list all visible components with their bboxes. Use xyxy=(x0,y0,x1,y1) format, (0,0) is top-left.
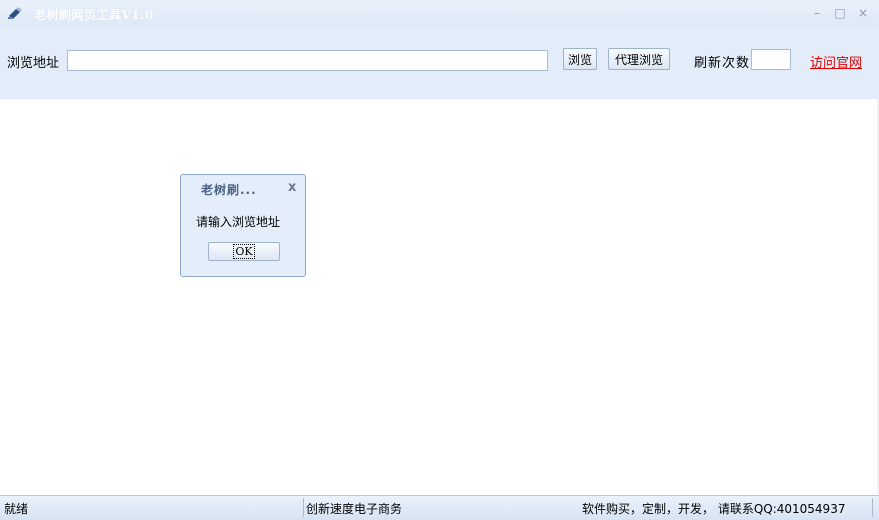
status-contact: 软件购买，定制，开发， 请联系QQ:401054937 xyxy=(582,502,846,516)
app-window: 老树刷网页工具V1.0 – □ × 浏览地址 浏览 代理浏览 刷新次数 访问官网… xyxy=(0,0,879,520)
alert-dialog: 老树刷... x 请输入浏览地址 OK xyxy=(180,174,306,277)
status-bar: 就绪 创新速度电子商务 软件购买，定制，开发， 请联系QQ:401054937 xyxy=(0,495,879,520)
maximize-icon[interactable]: □ xyxy=(833,6,847,20)
title-bar[interactable]: 老树刷网页工具V1.0 – □ × xyxy=(0,0,879,28)
window-title: 老树刷网页工具V1.0 xyxy=(34,8,154,22)
close-icon[interactable]: × xyxy=(856,6,870,20)
dialog-close-icon[interactable]: x xyxy=(288,180,296,195)
dialog-title: 老树刷... xyxy=(201,183,257,197)
dialog-ok-label: OK xyxy=(233,244,255,259)
visit-site-link[interactable]: 访问官网 xyxy=(810,52,862,71)
refresh-count-input[interactable] xyxy=(751,49,791,70)
status-divider xyxy=(303,498,304,517)
toolbar: 浏览地址 浏览 代理浏览 刷新次数 访问官网 xyxy=(0,28,879,99)
proxy-browse-button[interactable]: 代理浏览 xyxy=(608,48,670,70)
dialog-message: 请输入浏览地址 xyxy=(196,215,281,229)
browser-content-area[interactable] xyxy=(0,99,879,495)
url-input[interactable] xyxy=(67,50,548,71)
url-label: 浏览地址 xyxy=(7,56,60,71)
app-icon xyxy=(8,7,22,19)
browse-button[interactable]: 浏览 xyxy=(563,48,597,70)
status-divider xyxy=(872,498,873,517)
status-ready: 就绪 xyxy=(4,502,29,516)
status-company: 创新速度电子商务 xyxy=(306,502,403,516)
refresh-count-label: 刷新次数 xyxy=(694,56,751,71)
minimize-icon[interactable]: – xyxy=(810,6,824,20)
dialog-ok-button[interactable]: OK xyxy=(208,242,280,261)
